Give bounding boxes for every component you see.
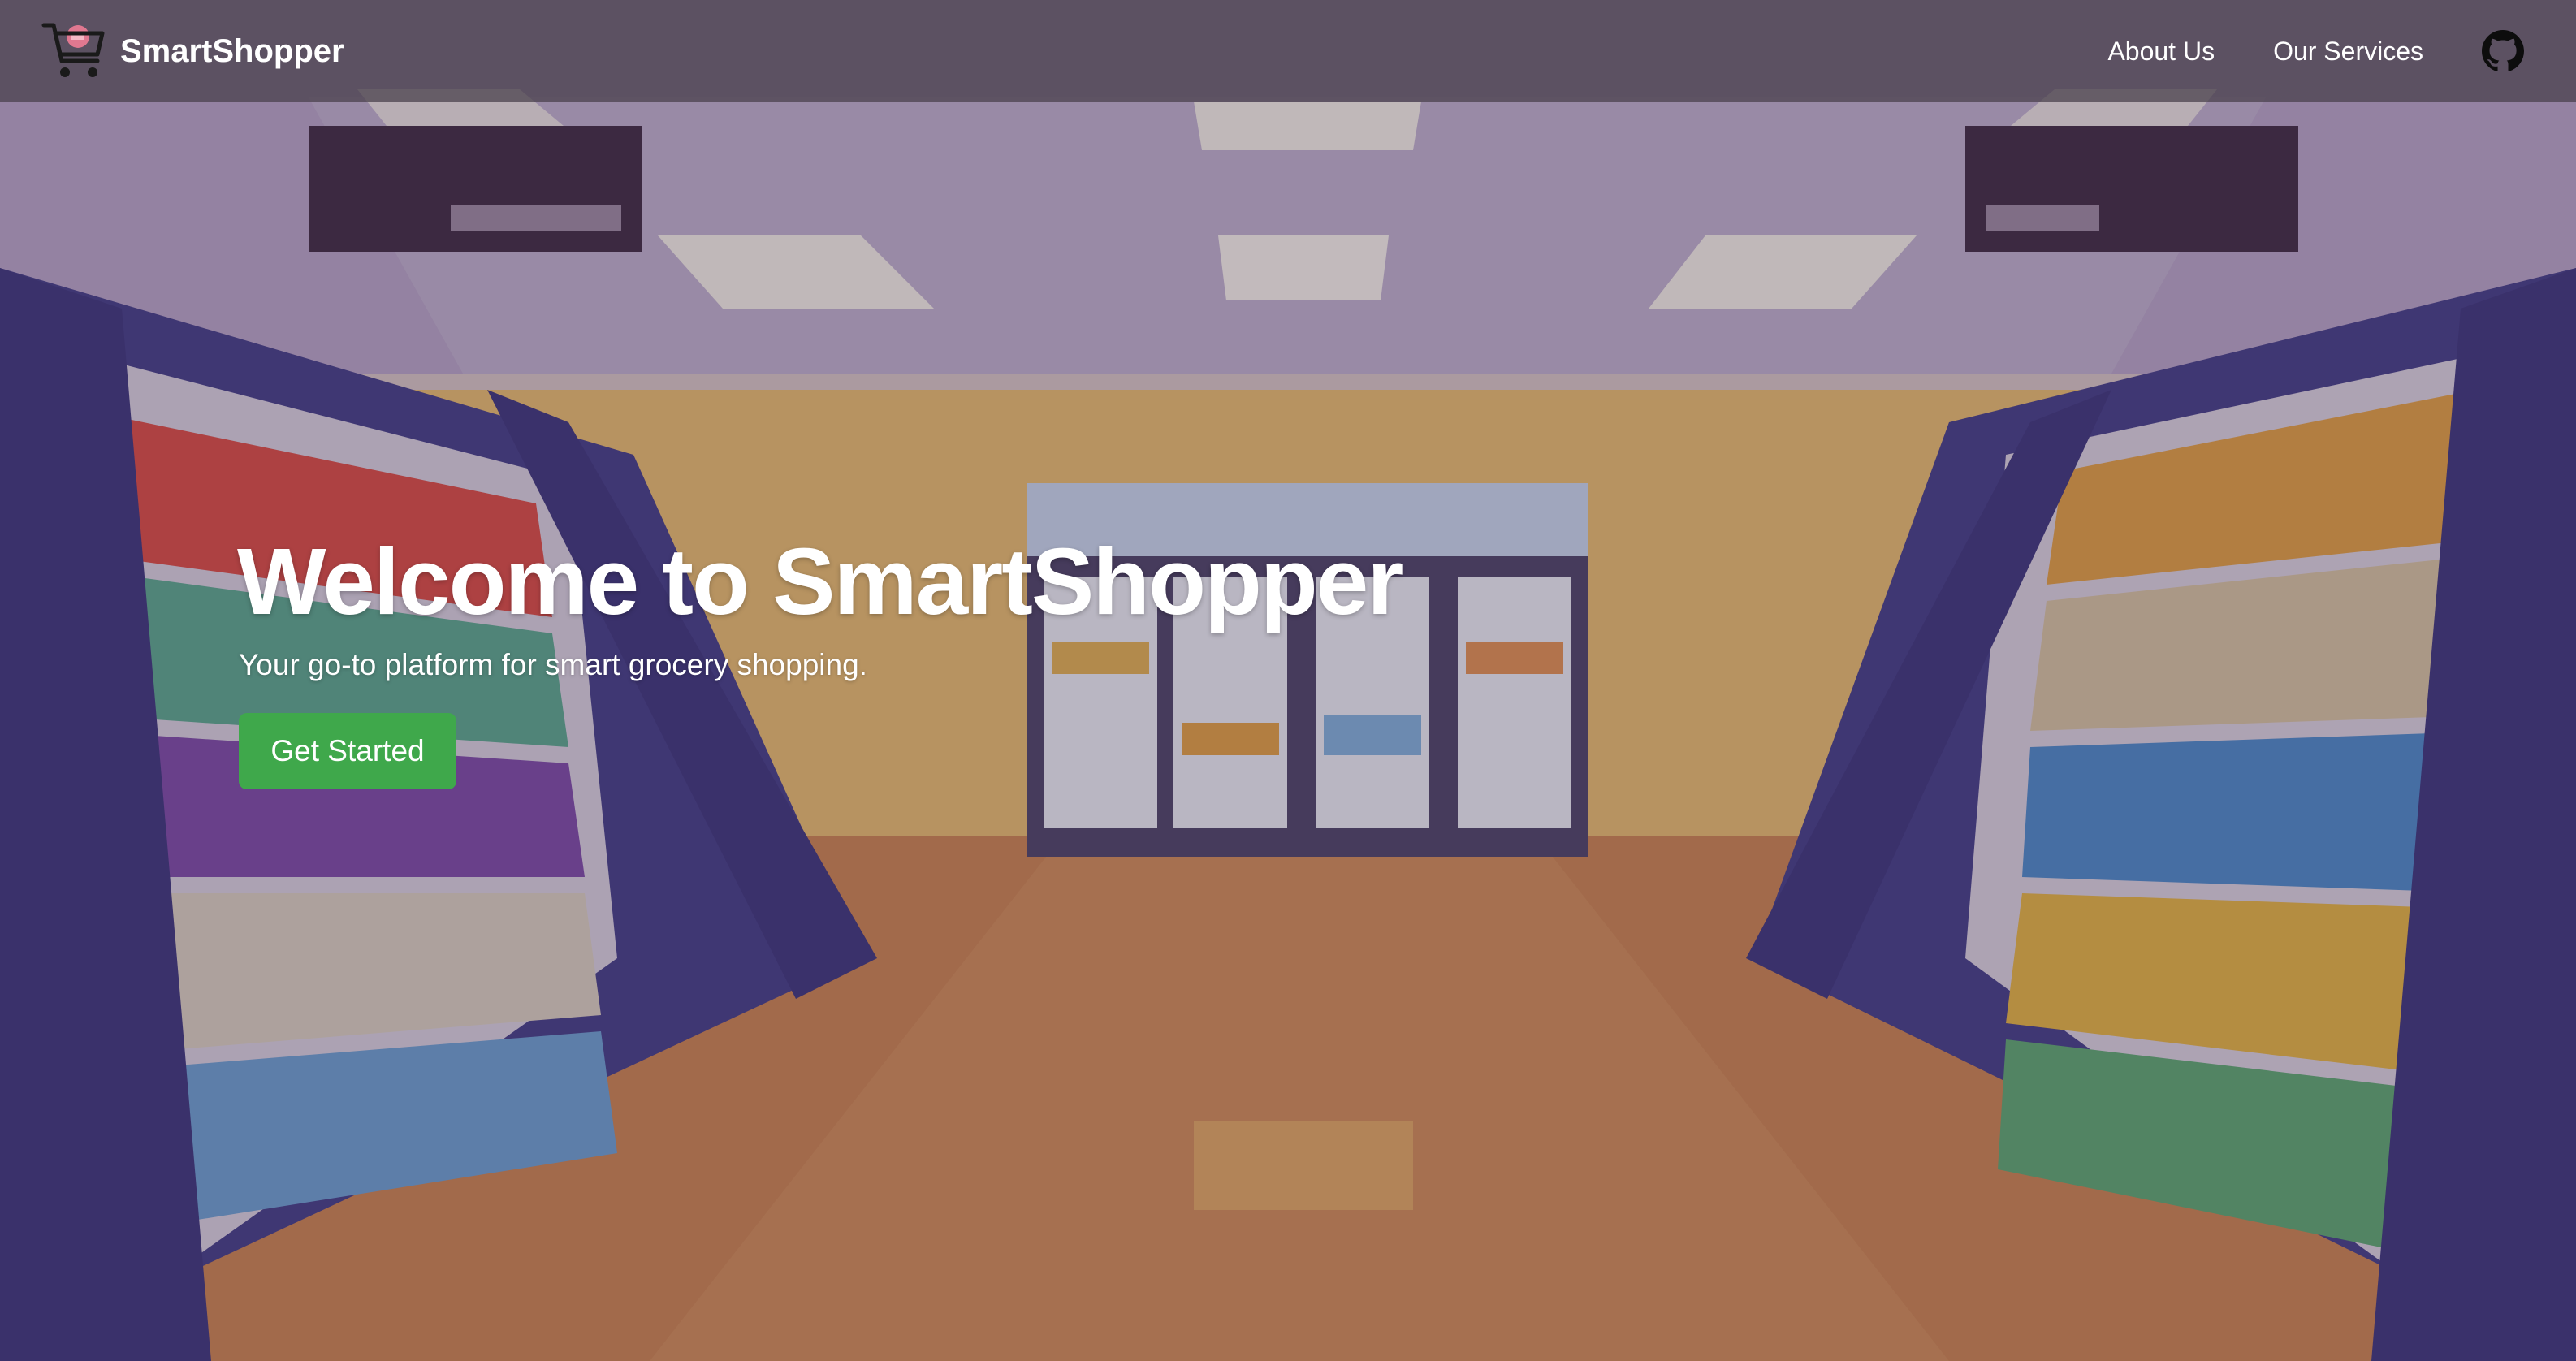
brand-name: SmartShopper [120, 32, 344, 69]
navbar: SmartShopper About Us Our Services [0, 0, 2576, 102]
hero-section: Welcome to SmartShopper Your go-to platf… [237, 528, 1403, 789]
hero-subtitle: Your go-to platform for smart grocery sh… [239, 648, 867, 681]
github-icon[interactable] [2482, 30, 2524, 72]
page: SmartShopper About Us Our Services Welco… [0, 0, 2576, 1361]
nav-link-our-services[interactable]: Our Services [2273, 37, 2423, 67]
nav-link-about-us[interactable]: About Us [2107, 37, 2215, 67]
hero-title: Welcome to SmartShopper [237, 529, 1403, 634]
get-started-button[interactable]: Get Started [239, 713, 456, 789]
shopping-cart-icon [41, 23, 105, 77]
brand[interactable]: SmartShopper [41, 16, 344, 86]
nav-links: About Us Our Services [2107, 0, 2576, 102]
